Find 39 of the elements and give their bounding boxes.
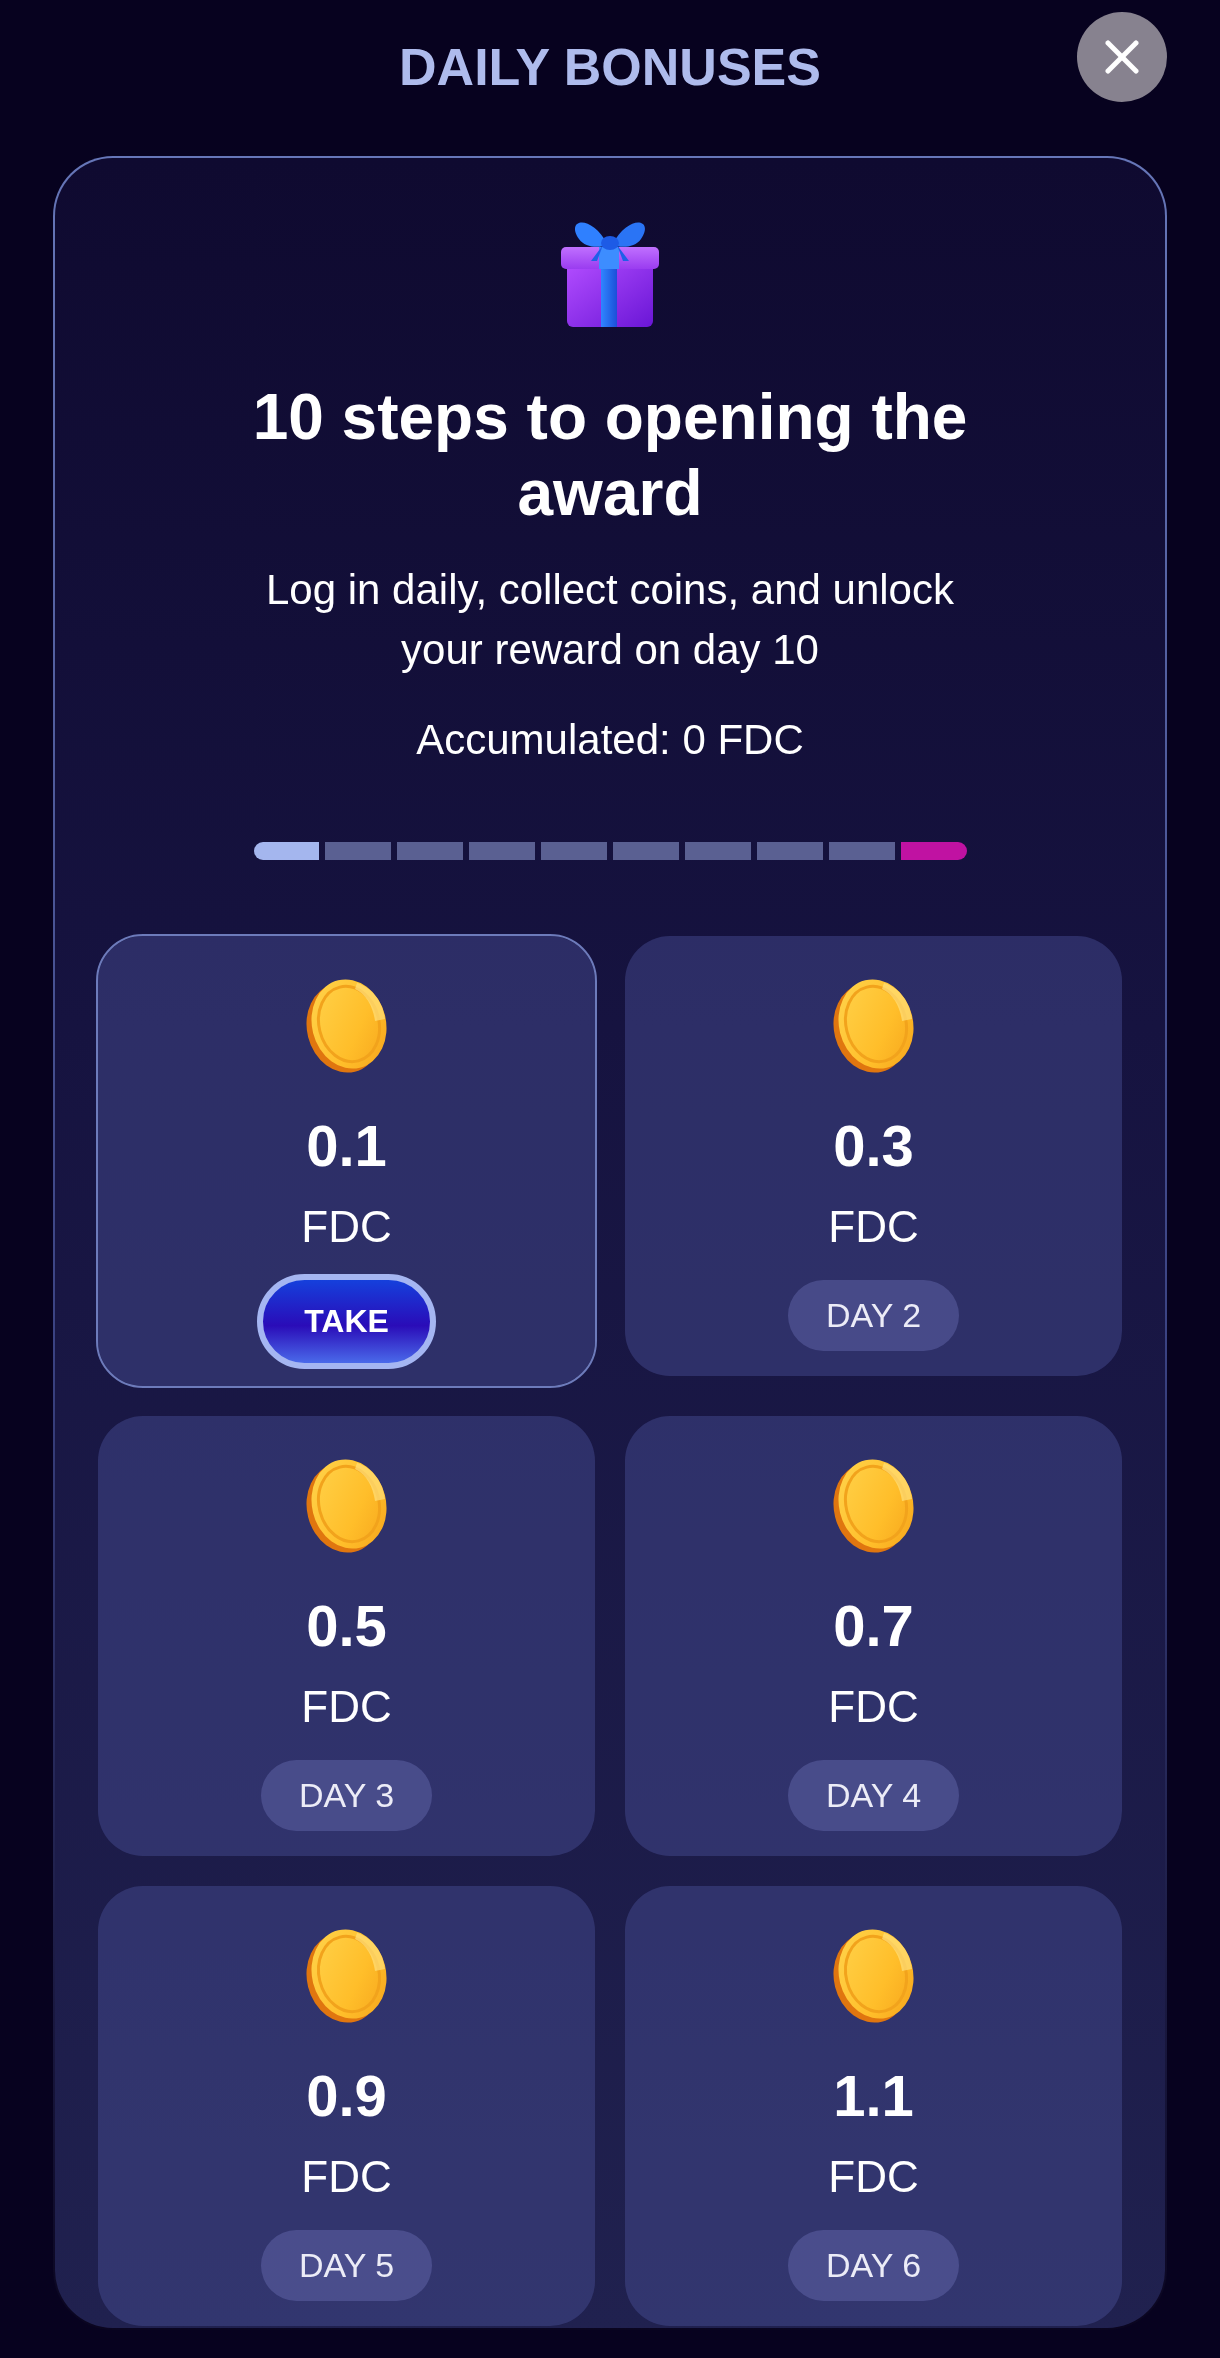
coin-icon xyxy=(303,1457,390,1555)
day-badge: DAY 5 xyxy=(260,2230,433,2301)
progress-segment xyxy=(253,842,320,860)
page-title: DAILY BONUSES xyxy=(399,41,821,93)
panel-heading: 10 steps to opening the award xyxy=(251,380,969,531)
day-badge: DAY 3 xyxy=(260,1760,433,1831)
coin-icon xyxy=(830,1927,917,2025)
reward-amount: 0.1 xyxy=(306,1112,387,1180)
progress-segment xyxy=(325,842,392,860)
reward-unit: FDC xyxy=(301,1681,392,1733)
reward-amount: 0.3 xyxy=(833,1112,914,1180)
reward-unit: FDC xyxy=(301,1201,392,1253)
reward-unit: FDC xyxy=(828,2151,919,2203)
progress-segment xyxy=(469,842,536,860)
accumulated-total: Accumulated: 0 FDC xyxy=(416,715,804,765)
take-button[interactable]: TAKE xyxy=(257,1274,436,1369)
progress-segment xyxy=(756,842,823,860)
progress-segment xyxy=(900,842,967,860)
progress-segment xyxy=(541,842,608,860)
coin-icon xyxy=(830,977,917,1075)
progress-segment xyxy=(397,842,464,860)
day-badge: DAY 4 xyxy=(787,1760,960,1831)
reward-amount: 1.1 xyxy=(833,2062,914,2130)
reward-unit: FDC xyxy=(828,1681,919,1733)
progress-segment xyxy=(684,842,751,860)
coin-icon xyxy=(303,1927,390,2025)
coin-icon xyxy=(303,977,390,1075)
day-badge: DAY 2 xyxy=(787,1280,960,1351)
progress-segment xyxy=(828,842,895,860)
reward-amount: 0.5 xyxy=(306,1592,387,1660)
reward-amount: 0.7 xyxy=(833,1592,914,1660)
reward-unit: FDC xyxy=(301,2151,392,2203)
reward-amount: 0.9 xyxy=(306,2062,387,2130)
day-badge: DAY 6 xyxy=(787,2230,960,2301)
close-icon xyxy=(1105,40,1139,74)
progress-segment xyxy=(613,842,679,860)
panel-description: Log in daily, collect coins, and unlock your reward on day 10 xyxy=(265,565,955,675)
coin-icon xyxy=(830,1457,917,1555)
reward-unit: FDC xyxy=(828,1201,919,1253)
